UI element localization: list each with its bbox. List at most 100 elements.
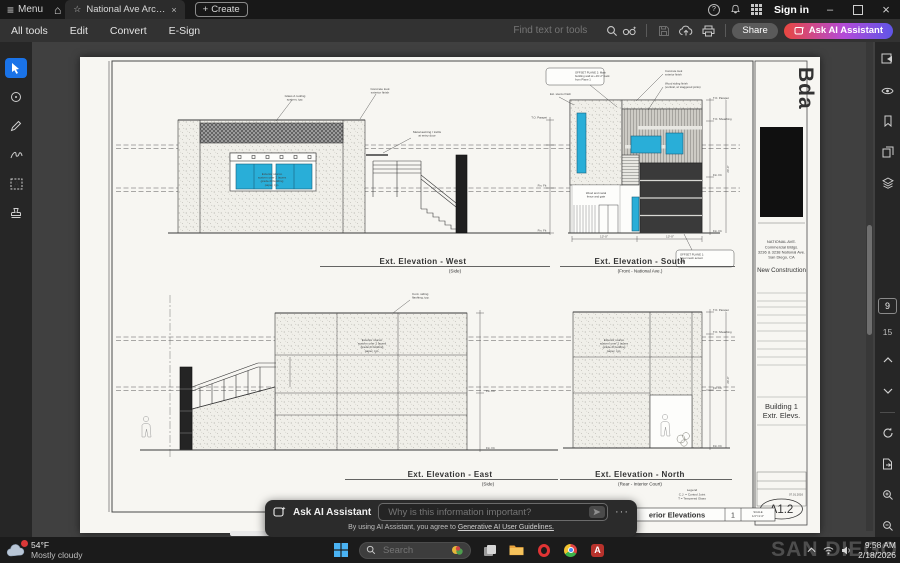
ask-ai-button[interactable]: Ask AI Assistant [784, 23, 893, 39]
zoom-out-button[interactable] [882, 519, 894, 537]
svg-text:paper, typ.: paper, typ. [607, 349, 622, 353]
rotate-icon [882, 427, 894, 439]
add-text-tool-button[interactable]: A [5, 174, 27, 194]
page-number-input[interactable]: 9 [878, 298, 897, 314]
stamp-tool-button[interactable] [5, 203, 27, 223]
upload-button[interactable] [675, 25, 697, 37]
ai-assistant-label: Ask AI Assistant [293, 507, 371, 518]
send-button[interactable] [589, 506, 605, 518]
select-tool-button[interactable] [5, 58, 27, 78]
bookmarks-button[interactable] [883, 114, 893, 132]
convert-page-button[interactable] [882, 457, 893, 475]
titlebar: ≡ Menu ⌂ ☆ National Ave Arch Dwg... × + … [0, 0, 900, 19]
svg-text:NATIONAL AVE.: NATIONAL AVE. [767, 239, 796, 244]
help-button[interactable]: ? [703, 0, 725, 19]
volume-icon[interactable] [841, 546, 851, 555]
search-icon [366, 545, 376, 555]
svg-text:Fin. Flr.: Fin. Flr. [713, 386, 723, 390]
svg-text:T.O. Parapet: T.O. Parapet [713, 308, 729, 312]
svg-text:T = Tempered Glass: T = Tempered Glass [678, 497, 706, 501]
vertical-scrollbar-thumb[interactable] [867, 225, 872, 335]
svg-text:A: A [13, 180, 19, 189]
ai-guidelines-link[interactable]: Generative AI User Guidelines. [458, 524, 554, 531]
apps-grid-button[interactable] [746, 0, 767, 19]
svg-text:San Diego, CA: San Diego, CA [768, 255, 795, 260]
svg-text:Ext. Elevation - South: Ext. Elevation - South [594, 257, 685, 266]
chevron-up-icon [883, 357, 893, 363]
ai-more-button[interactable]: ··· [615, 506, 629, 518]
rotate-page-button[interactable] [882, 426, 894, 444]
home-button[interactable]: ⌂ [50, 0, 65, 19]
svg-text:Ext. Elevation - North: Ext. Elevation - North [595, 470, 685, 479]
document-tab[interactable]: ☆ National Ave Arch Dwg... × [65, 0, 184, 19]
home-icon: ⌂ [54, 3, 61, 17]
find-input[interactable] [511, 24, 601, 37]
svg-text:T.O. Parapet: T.O. Parapet [531, 116, 547, 120]
page-thumbnails-button[interactable] [882, 145, 894, 163]
chrome-icon [564, 544, 577, 557]
zoom-in-button[interactable] [882, 488, 894, 506]
help-icon: ? [708, 4, 720, 16]
weather-condition: Mostly cloudy [31, 550, 83, 560]
minimize-button[interactable]: – [816, 0, 844, 19]
comment-tool-button[interactable] [5, 87, 27, 107]
svg-text:Ext. stucco finish: Ext. stucco finish [550, 92, 571, 96]
opera-button[interactable] [535, 542, 552, 559]
svg-text:Bda: Bda [794, 67, 817, 110]
draw-tool-button[interactable] [5, 116, 27, 136]
ai-prompt-box[interactable] [378, 503, 608, 521]
convert-page-icon [882, 458, 893, 470]
read-aloud-button[interactable] [881, 83, 894, 101]
save-button[interactable] [653, 25, 675, 37]
close-tab-icon[interactable]: × [171, 5, 176, 15]
taskbar-search-input[interactable] [381, 544, 446, 557]
edit-menu[interactable]: Edit [59, 25, 99, 37]
svg-text:Fin. Flr.: Fin. Flr. [486, 389, 496, 393]
notifications-button[interactable] [725, 0, 746, 19]
esign-menu[interactable]: E-Sign [158, 25, 212, 37]
pdf-page[interactable]: Glass A roofing system, typ. Concrete lo… [80, 57, 820, 533]
signature-tool-button[interactable] [5, 145, 27, 165]
toolbar: All tools Edit Convert E-Sign Share Ask … [0, 19, 900, 43]
ai-prompt-input[interactable] [386, 506, 585, 519]
chevron-down-icon [883, 388, 893, 394]
layers-button[interactable] [882, 176, 894, 194]
previous-page-button[interactable] [883, 350, 893, 368]
close-button[interactable]: × [872, 0, 900, 19]
taskbar-search[interactable] [359, 542, 471, 559]
maximize-button[interactable] [844, 0, 872, 19]
all-tools-menu[interactable]: All tools [0, 25, 59, 37]
page-total: 15 [883, 327, 892, 337]
print-icon [702, 25, 715, 37]
menu-button[interactable]: ≡ Menu [0, 0, 50, 19]
create-button[interactable]: + Create [195, 2, 248, 17]
svg-text:Fin. Flr.: Fin. Flr. [538, 229, 548, 233]
weather-badge [21, 540, 28, 547]
find-bar[interactable] [511, 24, 618, 37]
windows-start-button[interactable] [332, 542, 349, 559]
ai-read-button[interactable] [618, 25, 640, 37]
right-tool-rail: 9 15 [875, 42, 900, 537]
svg-text:New Construction: New Construction [757, 267, 806, 274]
file-explorer-icon [509, 544, 524, 556]
file-explorer-button[interactable] [508, 542, 525, 559]
maximize-icon [853, 5, 863, 15]
convert-menu[interactable]: Convert [99, 25, 158, 37]
export-pdf-button[interactable] [881, 52, 894, 70]
task-view-button[interactable] [481, 542, 498, 559]
clock-time: 9:58 AM [858, 540, 896, 550]
svg-text:paper, typ.: paper, typ. [365, 349, 380, 353]
network-icon[interactable] [823, 546, 834, 555]
tray-chevron-icon[interactable] [807, 547, 816, 553]
sign-in-button[interactable]: Sign in [767, 0, 816, 19]
print-button[interactable] [697, 25, 719, 37]
weather-widget[interactable]: 54°F Mostly cloudy [0, 540, 116, 560]
create-label: Create [211, 4, 240, 15]
share-button[interactable]: Share [732, 23, 777, 39]
taskbar-clock[interactable]: 9:58 AM 2/18/2026 [858, 540, 896, 560]
svg-text:Fin. Flr.: Fin. Flr. [486, 446, 496, 450]
svg-text:Building 1: Building 1 [765, 402, 798, 411]
chrome-button[interactable] [562, 542, 579, 559]
next-page-button[interactable] [883, 381, 893, 399]
acrobat-button[interactable]: A [589, 542, 606, 559]
